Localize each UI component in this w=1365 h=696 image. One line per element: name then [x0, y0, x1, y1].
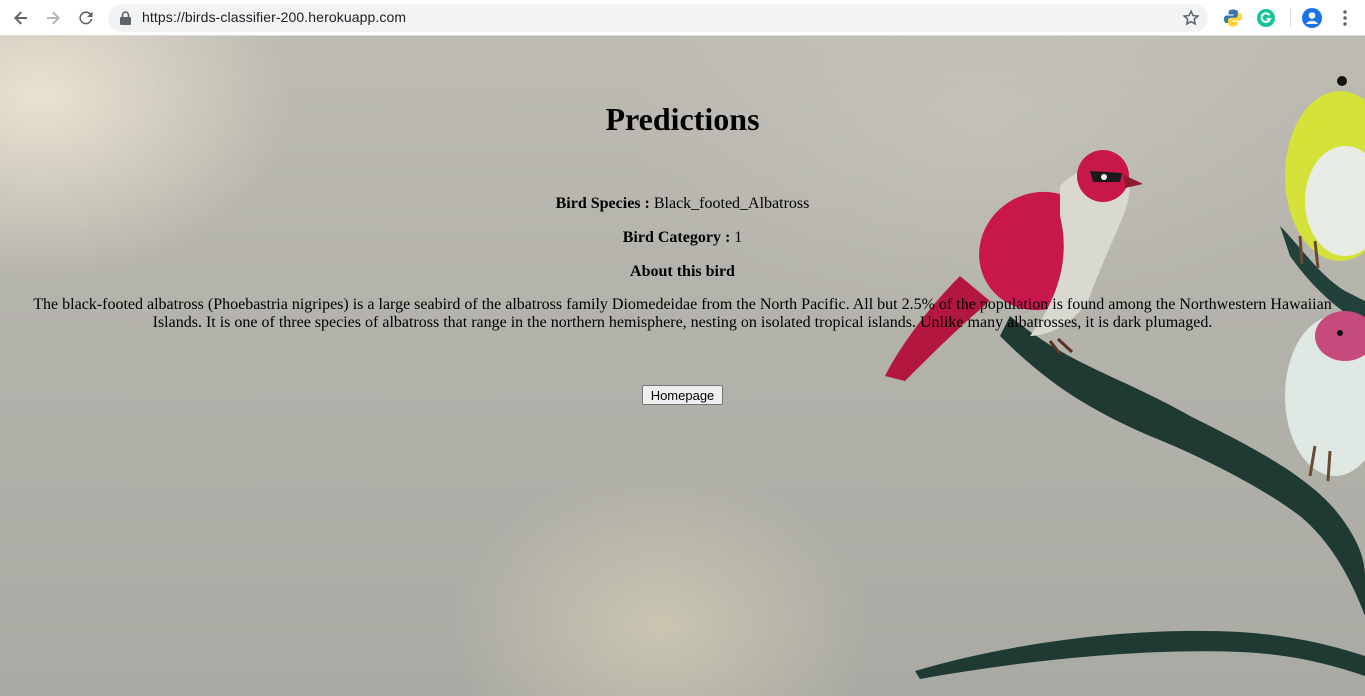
page-title: Predictions	[605, 101, 760, 137]
profile-avatar-icon[interactable]	[1302, 8, 1322, 28]
bird-category-label: Bird Category :	[622, 229, 731, 246]
bird-species-line: Bird Species : Black_footed_Albatross	[0, 195, 1365, 213]
about-bird-heading-text: About this bird	[630, 263, 735, 280]
back-icon[interactable]	[9, 6, 33, 30]
lower-branch	[915, 630, 1365, 679]
kebab-menu-icon[interactable]	[1335, 8, 1355, 28]
page-body: Predictions Bird Species : Black_footed_…	[0, 36, 1365, 696]
browser-toolbar: https://birds-classifier-200.herokuapp.c…	[0, 0, 1365, 36]
grammarly-extension-icon[interactable]	[1256, 8, 1276, 28]
bird-species-value: Black_footed_Albatross	[653, 195, 810, 212]
python-extension-icon[interactable]	[1223, 8, 1243, 28]
forward-icon[interactable]	[41, 6, 65, 30]
homepage-button[interactable]: Homepage	[642, 385, 723, 405]
pastel-bird	[1285, 311, 1365, 482]
reload-icon[interactable]	[74, 6, 98, 30]
lock-icon	[120, 11, 131, 30]
bird-category-value: 1	[734, 229, 743, 246]
star-icon[interactable]	[1182, 9, 1200, 32]
bird-category-line: Bird Category : 1	[0, 229, 1365, 247]
url-text[interactable]: https://birds-classifier-200.herokuapp.c…	[142, 9, 406, 25]
address-bar[interactable]: https://birds-classifier-200.herokuapp.c…	[108, 4, 1208, 32]
bird-species-label: Bird Species :	[555, 195, 650, 212]
toolbar-divider	[1290, 9, 1291, 27]
bird-description: The black-footed albatross (Phoebastria …	[33, 296, 1332, 331]
about-bird-heading: About this bird	[0, 263, 1365, 281]
